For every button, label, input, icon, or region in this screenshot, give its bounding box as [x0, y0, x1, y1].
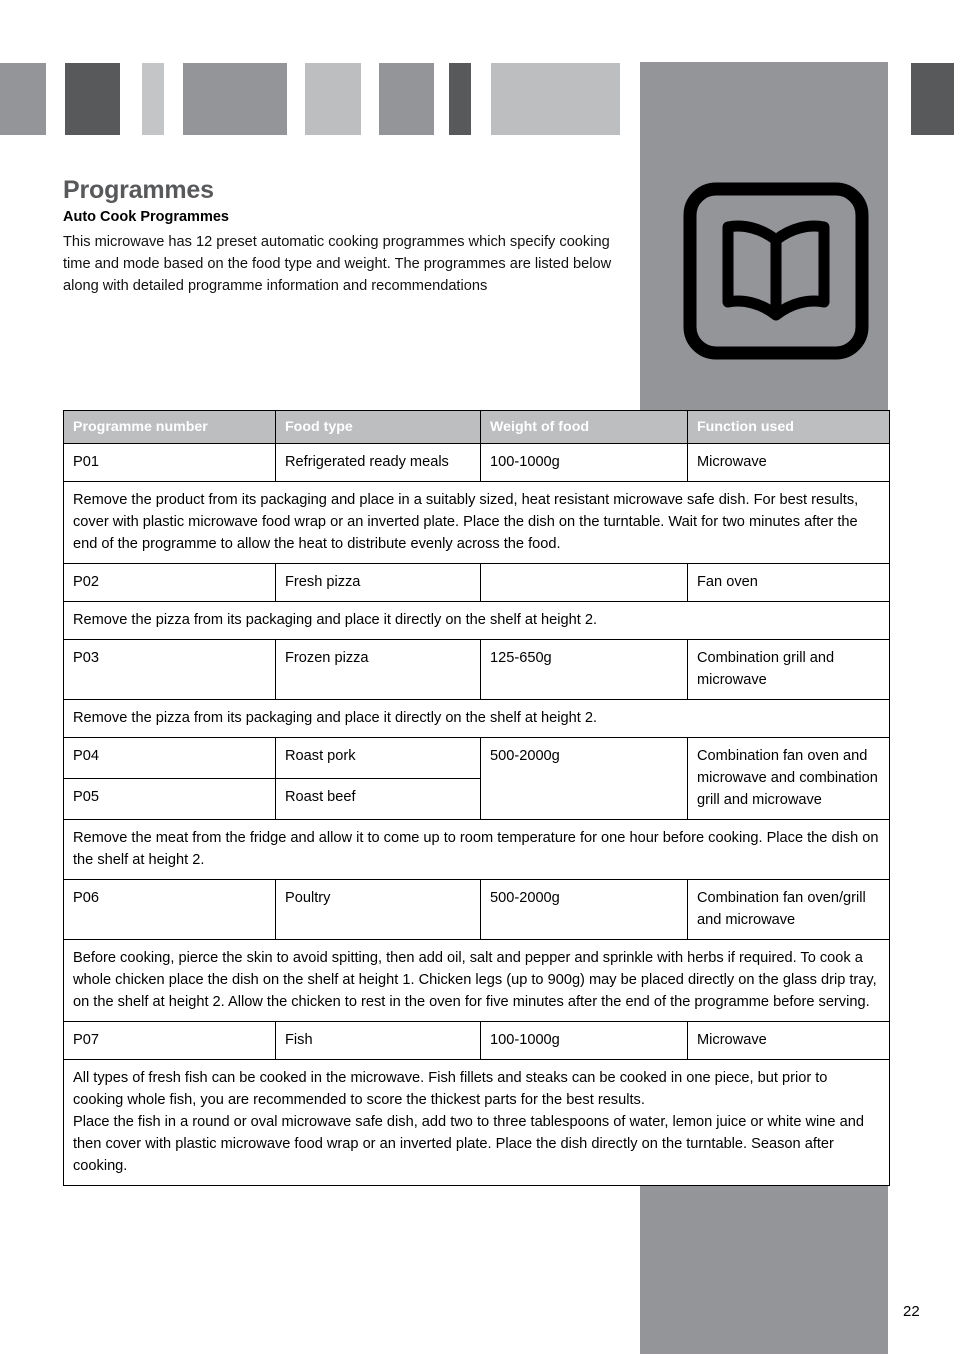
page-number: 22 [903, 1303, 920, 1320]
top-bar-1 [0, 63, 46, 135]
table-row: P06 Poultry 500-2000g Combination fan oven/… [63, 879, 890, 940]
table-note-row: Remove the pizza from its packaging and … [63, 699, 890, 738]
cell-weight-of-food: 125-650g [480, 639, 688, 700]
cell-programme-number: P06 [63, 879, 276, 940]
cell-weight-of-food: 100-1000g [480, 443, 688, 482]
table-note-row: Remove the pizza from its packaging and … [63, 601, 890, 640]
cell-weight-of-food: 500-2000g [480, 737, 688, 820]
cell-programme-number: P07 [63, 1021, 276, 1060]
column-header-weight-of-food: Weight of food [480, 410, 688, 444]
cell-function-used: Microwave [687, 1021, 890, 1060]
column-header-function-used: Function used [687, 410, 890, 444]
cell-food-type: Fish [275, 1021, 481, 1060]
cell-food-type: Refrigerated ready meals [275, 443, 481, 482]
cell-weight-of-food: 100-1000g [480, 1021, 688, 1060]
cell-programme-number: P02 [63, 563, 276, 602]
cell-function-used: Combination fan oven and microwave and c… [687, 737, 890, 820]
cell-programme-number: P04 [63, 737, 276, 779]
top-bar-3 [142, 63, 164, 135]
table-note-row: Before cooking, pierce the skin to avoid… [63, 939, 890, 1022]
table-row: P04 Roast pork 500-2000g Combination fan ov… [63, 737, 890, 820]
programme-note: Remove the pizza from its packaging and … [63, 699, 890, 738]
cell-weight-of-food [480, 563, 688, 602]
programme-note: Remove the pizza from its packaging and … [63, 601, 890, 640]
cell-food-type: Roast pork [275, 737, 481, 779]
cell-function-used: Combination fan oven/grill and microwave [687, 879, 890, 940]
programme-note: All types of fresh fish can be cooked in… [63, 1059, 890, 1186]
cell-food-type: Roast beef [275, 778, 481, 820]
page-title: Programmes [63, 176, 214, 204]
cell-function-used: Combination grill and microwave [687, 639, 890, 700]
column-header-food-type: Food type [275, 410, 481, 444]
open-book-icon [683, 182, 869, 360]
table-row: P07 Fish 100-1000g Microwave [63, 1021, 890, 1060]
cell-weight-of-food: 500-2000g [480, 879, 688, 940]
top-bar-2 [65, 63, 120, 135]
programme-note: Remove the product from its packaging an… [63, 481, 890, 564]
column-header-programme-number: Programme number [63, 410, 276, 444]
top-bar-5 [305, 63, 361, 135]
programme-note: Remove the meat from the fridge and allo… [63, 819, 890, 880]
intro-paragraph: This microwave has 12 preset automatic c… [63, 234, 612, 294]
table-body: P01 Refrigerated ready meals 100-1000g Micr… [63, 443, 890, 1186]
table-note-row: Remove the product from its packaging an… [63, 481, 890, 564]
table-note-row: Remove the meat from the fridge and allo… [63, 819, 890, 880]
top-bar-4 [183, 63, 287, 135]
programme-note: Before cooking, pierce the skin to avoid… [63, 939, 890, 1022]
top-bar-7 [449, 63, 471, 135]
cell-food-type: Fresh pizza [275, 563, 481, 602]
table-row: P02 Fresh pizza Fan oven [63, 563, 890, 602]
auto-cook-programmes-table: Programme number Food type Weight of foo… [63, 410, 890, 1186]
cell-programme-number: P03 [63, 639, 276, 700]
cell-programme-number: P01 [63, 443, 276, 482]
table-row: P01 Refrigerated ready meals 100-1000g Micr… [63, 443, 890, 482]
table-header-row: Programme number Food type Weight of foo… [63, 410, 890, 444]
cell-food-type: Poultry [275, 879, 481, 940]
top-bar-10 [911, 63, 954, 135]
cell-food-type: Frozen pizza [275, 639, 481, 700]
table-note-row: All types of fresh fish can be cooked in… [63, 1059, 890, 1186]
top-bar-8 [491, 63, 620, 135]
cell-function-used: Microwave [687, 443, 890, 482]
table-row: P03 Frozen pizza 125-650g Combination grill… [63, 639, 890, 700]
cell-programme-number: P05 [63, 778, 276, 820]
section-subtitle: Auto Cook Programmes [63, 209, 229, 225]
top-bar-6 [379, 63, 434, 135]
cell-function-used: Fan oven [687, 563, 890, 602]
